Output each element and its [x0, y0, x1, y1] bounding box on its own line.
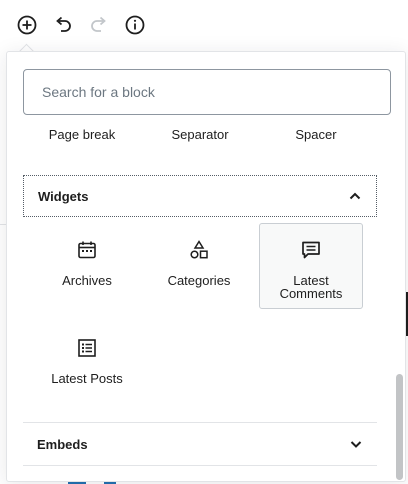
block-search-field[interactable]	[23, 69, 391, 115]
info-button[interactable]	[122, 12, 148, 38]
block-label-spacer[interactable]: Spacer	[257, 127, 375, 142]
widgets-panel-toggle[interactable]: Widgets	[23, 175, 377, 217]
block-results: Page break Separator Spacer Widgets Arch…	[7, 125, 405, 481]
redo-button[interactable]	[86, 12, 112, 38]
embeds-panel-toggle[interactable]: Embeds	[23, 425, 377, 463]
chevron-up-icon	[349, 192, 361, 200]
undo-icon	[56, 16, 71, 32]
block-item-categories[interactable]: Categories	[147, 223, 251, 309]
add-block-button[interactable]	[14, 12, 40, 38]
block-inserter-popover: Page break Separator Spacer Widgets Arch…	[6, 51, 406, 482]
block-label: Archives	[62, 273, 112, 288]
block-item-latest-comments[interactable]: Latest Comments	[259, 223, 363, 309]
comment-icon	[302, 241, 320, 259]
block-item-latest-posts[interactable]: Latest Posts	[35, 321, 139, 407]
layout-blocks-row: Page break Separator Spacer	[23, 125, 375, 143]
results-scrollbar[interactable]	[396, 374, 403, 480]
block-label-page-break[interactable]: Page break	[23, 127, 141, 142]
list-icon	[78, 339, 96, 357]
editor-toolbar	[0, 0, 408, 50]
block-search-input[interactable]	[40, 83, 390, 101]
block-item-archives[interactable]: Archives	[35, 223, 139, 309]
panel-divider	[23, 422, 377, 423]
undo-button[interactable]	[50, 12, 76, 38]
block-label: Latest Posts	[51, 371, 123, 386]
block-label: Categories	[167, 273, 231, 288]
add-block-icon	[17, 15, 37, 35]
categories-shapes-icon	[190, 240, 208, 259]
redo-icon	[91, 16, 106, 32]
widgets-panel-title: Widgets	[38, 188, 89, 204]
embeds-panel-title: Embeds	[37, 436, 88, 452]
archives-calendar-icon	[78, 241, 96, 259]
panel-divider	[23, 465, 377, 466]
block-label: Latest Comments	[279, 273, 343, 301]
block-label-separator[interactable]: Separator	[141, 127, 259, 142]
chevron-down-icon	[350, 441, 362, 448]
info-icon	[125, 15, 145, 35]
